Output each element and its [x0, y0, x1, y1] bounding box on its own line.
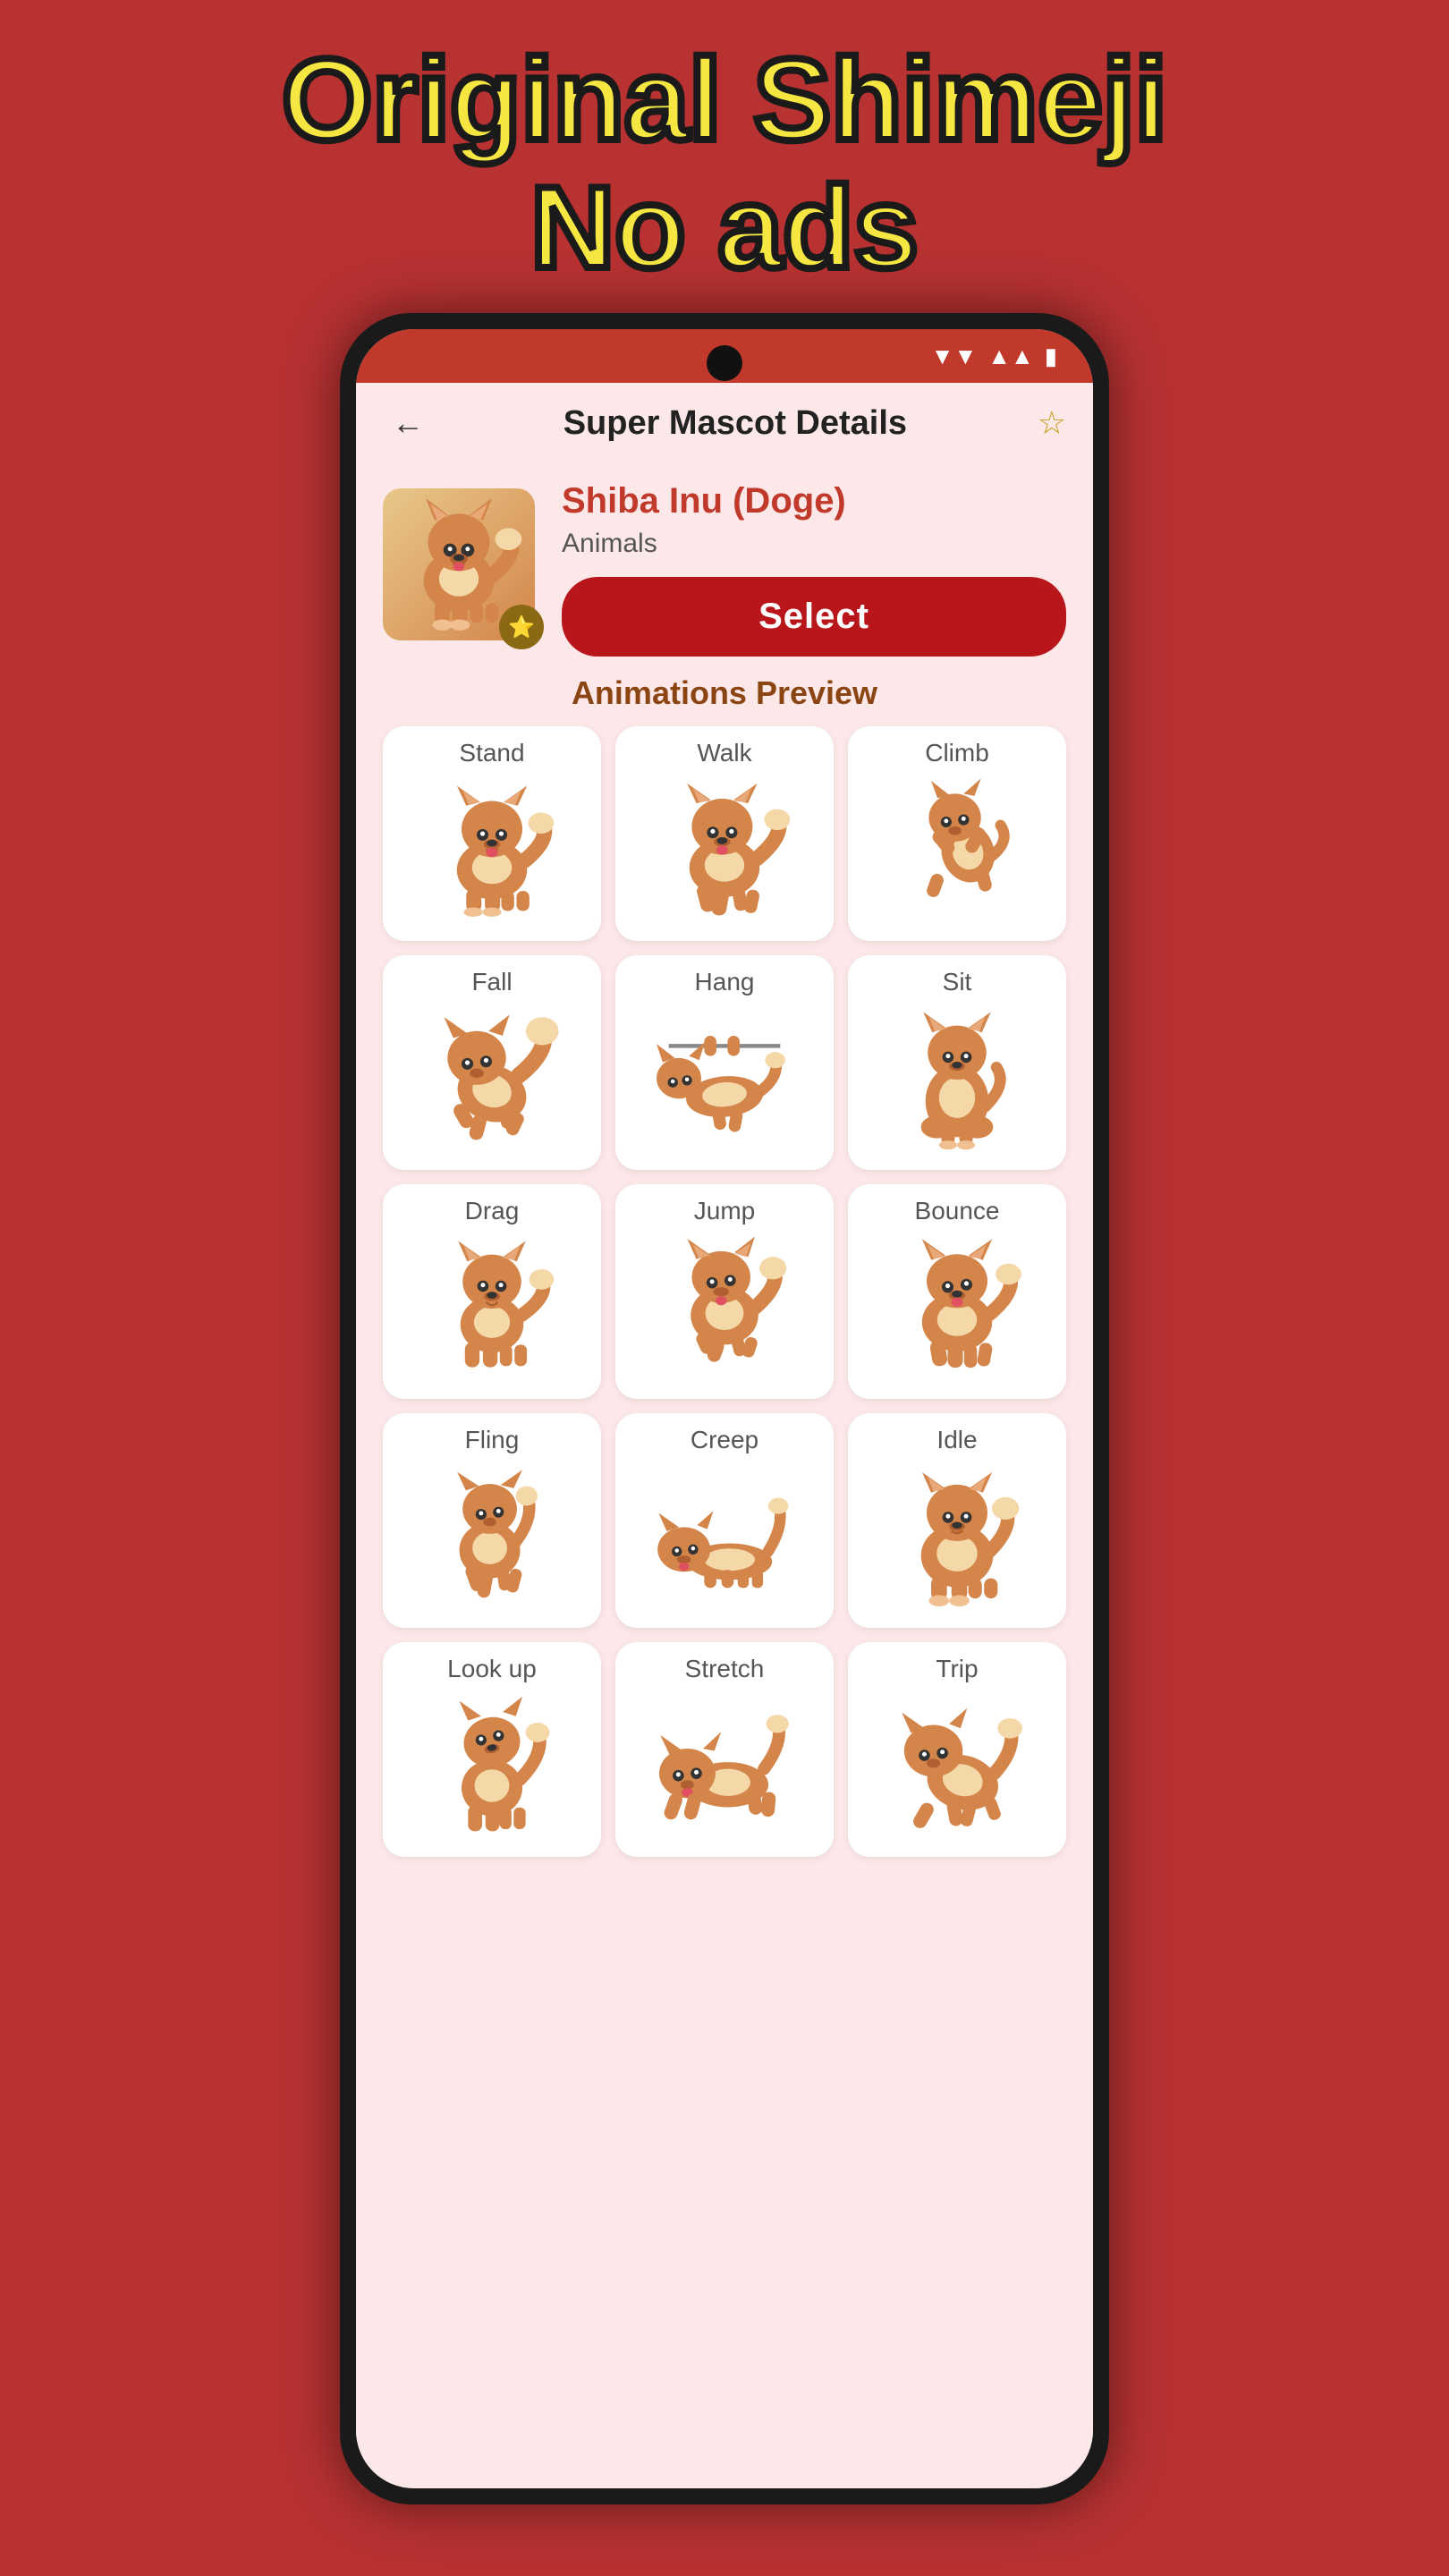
- list-item[interactable]: Creep: [615, 1413, 834, 1628]
- camera-notch: [707, 345, 742, 381]
- list-item[interactable]: Hang: [615, 955, 834, 1170]
- headline: Original Shimeji No ads: [0, 36, 1449, 292]
- list-item[interactable]: Sit: [848, 955, 1066, 1170]
- list-item[interactable]: Stretch: [615, 1642, 834, 1857]
- animation-label-idle: Idle: [936, 1426, 977, 1454]
- animation-image-climb: [881, 776, 1033, 928]
- animation-label-sit: Sit: [943, 968, 972, 996]
- animation-label-trip: Trip: [936, 1655, 978, 1683]
- animation-image-stand: [416, 776, 568, 928]
- page-title: Super Mascot Details: [564, 404, 907, 443]
- top-bar: ← Super Mascot Details ☆: [356, 383, 1093, 463]
- list-item[interactable]: Climb: [848, 726, 1066, 941]
- animation-label-stretch: Stretch: [685, 1655, 765, 1683]
- status-icons: ▼▼ ▲▲ ▮: [931, 343, 1057, 370]
- mascot-category: Animals: [562, 529, 1066, 559]
- phone-wrapper: ▼▼ ▲▲ ▮ ← Super Mascot Details ☆: [340, 313, 1109, 2504]
- status-bar: ▼▼ ▲▲ ▮: [356, 329, 1093, 383]
- mascot-badge: ⭐: [499, 605, 544, 649]
- list-item[interactable]: Fling: [383, 1413, 601, 1628]
- mascot-image-container: ⭐: [383, 488, 544, 649]
- headline-line2: No ads: [0, 164, 1449, 292]
- list-item[interactable]: Idle: [848, 1413, 1066, 1628]
- list-item[interactable]: Trip: [848, 1642, 1066, 1857]
- animation-label-jump: Jump: [694, 1197, 755, 1225]
- mascot-info: Shiba Inu (Doge) Animals Select: [562, 481, 1066, 657]
- animation-image-drag: [416, 1234, 568, 1386]
- battery-icon: ▮: [1045, 343, 1057, 370]
- animation-label-stand: Stand: [459, 739, 524, 767]
- list-item[interactable]: Bounce: [848, 1184, 1066, 1399]
- animation-image-trip: [881, 1692, 1033, 1844]
- animation-image-bounce: [881, 1234, 1033, 1386]
- list-item[interactable]: Stand: [383, 726, 601, 941]
- animation-image-fling: [416, 1463, 568, 1615]
- list-item[interactable]: Jump: [615, 1184, 834, 1399]
- animation-label-drag: Drag: [465, 1197, 520, 1225]
- animation-label-climb: Climb: [925, 739, 989, 767]
- animation-image-sit: [881, 1005, 1033, 1157]
- animation-image-stretch: [648, 1692, 801, 1844]
- select-button[interactable]: Select: [562, 577, 1066, 657]
- wifi-icon: ▼▼: [931, 343, 977, 370]
- list-item[interactable]: Drag: [383, 1184, 601, 1399]
- animation-label-fling: Fling: [465, 1426, 520, 1454]
- back-button[interactable]: ←: [383, 395, 433, 451]
- content-area: ⭐ Shiba Inu (Doge) Animals Select Animat…: [356, 463, 1093, 2488]
- list-item[interactable]: Look up: [383, 1642, 601, 1857]
- animation-image-creep: [648, 1463, 801, 1615]
- animation-image-idle: [881, 1463, 1033, 1615]
- animation-image-walk: [648, 776, 801, 928]
- mascot-header: ⭐ Shiba Inu (Doge) Animals Select: [383, 481, 1066, 657]
- animation-image-lookup: [416, 1692, 568, 1844]
- phone-frame: ▼▼ ▲▲ ▮ ← Super Mascot Details ☆: [340, 313, 1109, 2504]
- phone-screen: ▼▼ ▲▲ ▮ ← Super Mascot Details ☆: [356, 329, 1093, 2488]
- list-item[interactable]: Walk: [615, 726, 834, 941]
- animation-label-lookup: Look up: [447, 1655, 537, 1683]
- animation-label-fall: Fall: [471, 968, 512, 996]
- list-item[interactable]: Fall: [383, 955, 601, 1170]
- animation-label-bounce: Bounce: [915, 1197, 1000, 1225]
- animation-label-creep: Creep: [691, 1426, 758, 1454]
- animation-label-hang: Hang: [695, 968, 755, 996]
- animation-image-jump: [648, 1234, 801, 1386]
- animations-title: Animations Preview: [383, 674, 1066, 712]
- mascot-name: Shiba Inu (Doge): [562, 481, 1066, 521]
- animation-image-hang: [648, 1005, 801, 1157]
- animation-image-fall: [416, 1005, 568, 1157]
- animation-label-walk: Walk: [697, 739, 751, 767]
- headline-line1: Original Shimeji: [0, 36, 1449, 164]
- animations-grid: Stand: [383, 726, 1066, 1857]
- signal-icon: ▲▲: [987, 343, 1033, 370]
- favorite-button[interactable]: ☆: [1038, 404, 1066, 442]
